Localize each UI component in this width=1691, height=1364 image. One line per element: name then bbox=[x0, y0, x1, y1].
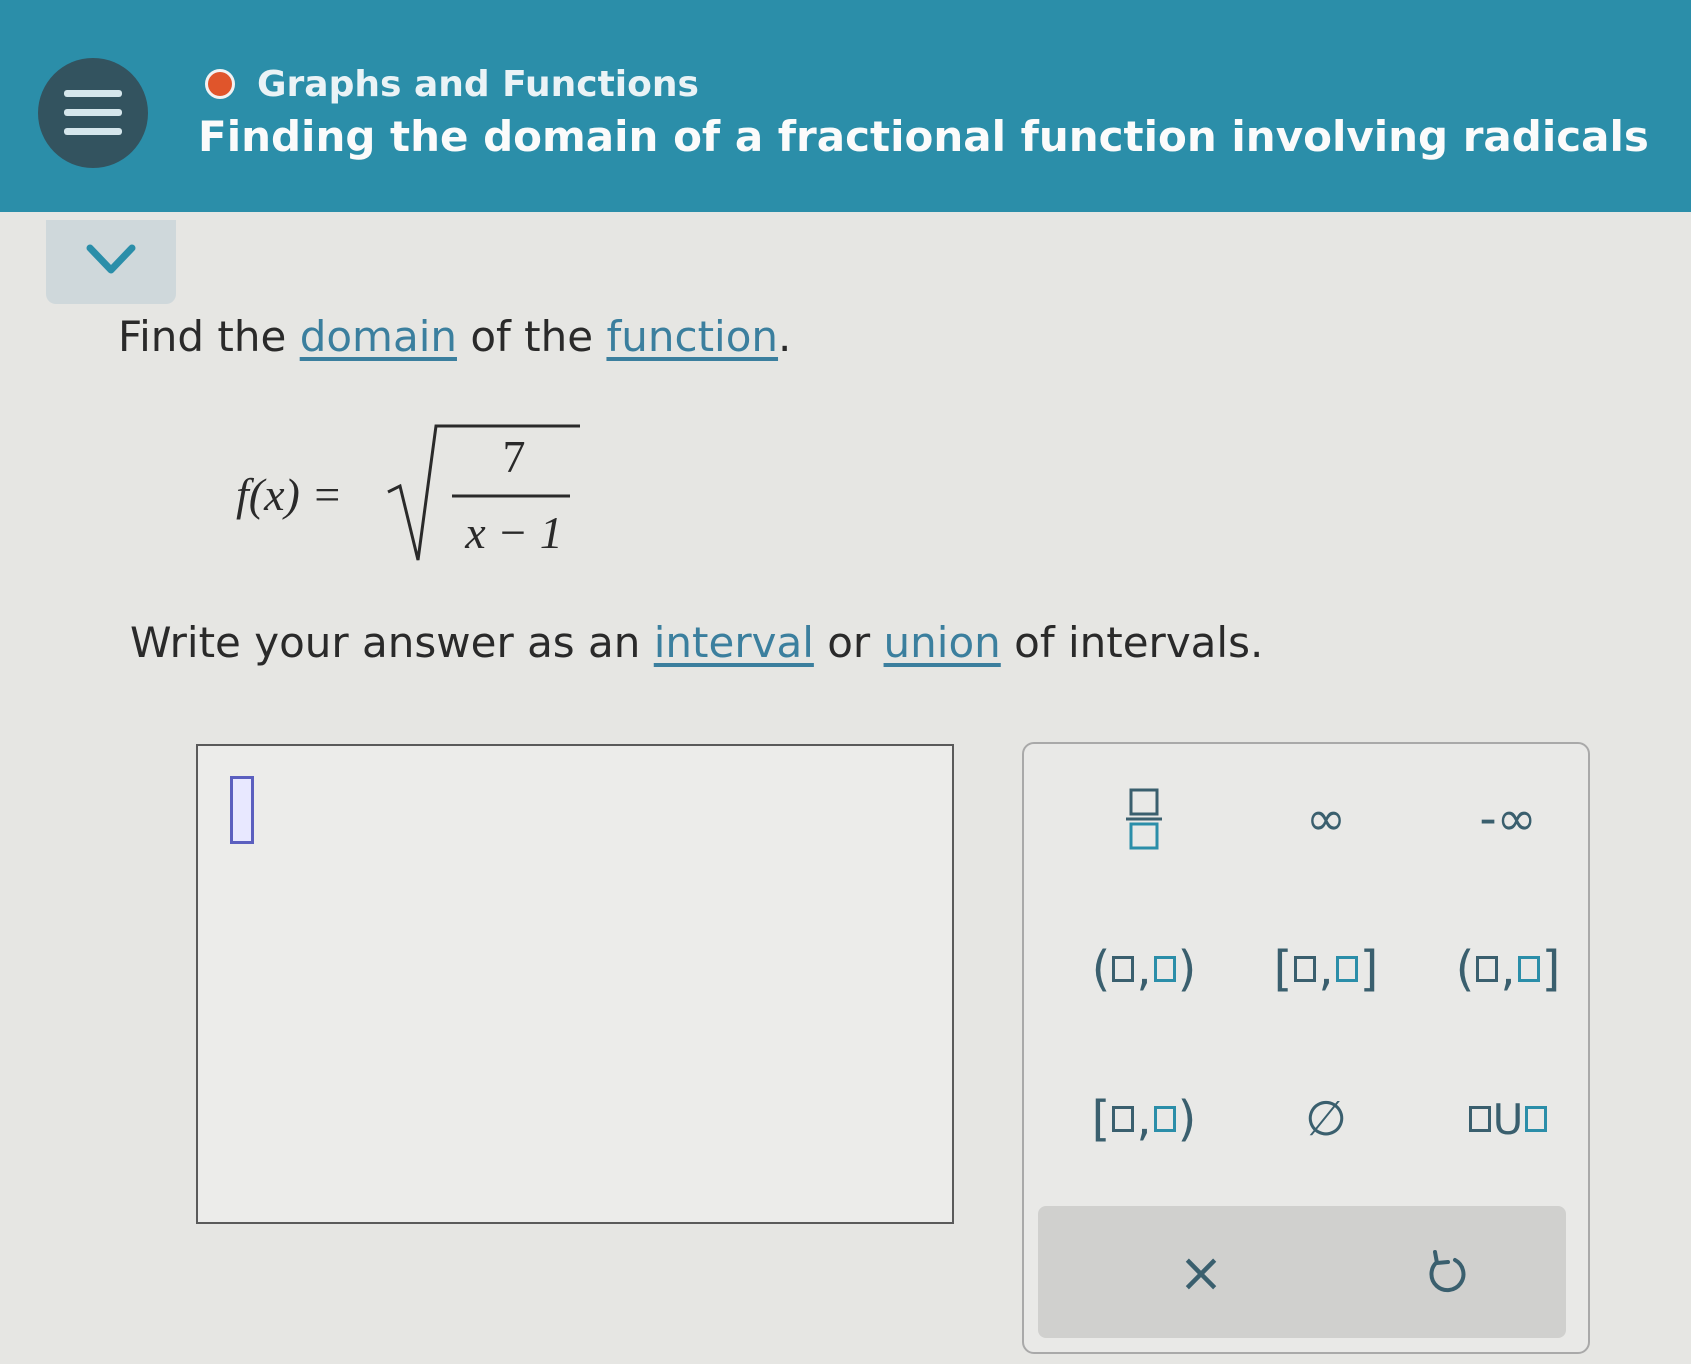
bracket-left: ( bbox=[1455, 941, 1475, 997]
topic-label: Graphs and Functions bbox=[257, 63, 699, 105]
menu-icon-bar bbox=[64, 109, 122, 116]
slot-icon bbox=[1294, 956, 1317, 982]
undo-button[interactable] bbox=[1402, 1232, 1492, 1312]
instruction-part: or bbox=[813, 618, 884, 667]
math-keypad: ∞ -∞ (,) [,] (,] [,) ∅ U × bbox=[1022, 742, 1590, 1354]
infinity-key[interactable]: ∞ bbox=[1246, 774, 1406, 864]
interval-link[interactable]: interval bbox=[654, 618, 814, 667]
header-bar: Graphs and Functions Finding the domain … bbox=[0, 0, 1691, 212]
bracket-left: ( bbox=[1091, 941, 1111, 997]
domain-link[interactable]: domain bbox=[300, 312, 457, 361]
closed-open-interval-key[interactable]: [,) bbox=[1064, 1074, 1224, 1164]
menu-icon-bar bbox=[64, 128, 122, 135]
slot-icon bbox=[1112, 956, 1135, 982]
equation-denominator: x − 1 bbox=[464, 507, 562, 558]
prompt-text: . bbox=[778, 312, 792, 361]
comma: , bbox=[1500, 941, 1516, 997]
prompt-text: of the bbox=[456, 312, 607, 361]
instruction-text: Write your answer as an interval or unio… bbox=[130, 618, 1263, 667]
input-cursor-slot[interactable] bbox=[230, 776, 254, 844]
union-symbol: U bbox=[1492, 1094, 1524, 1144]
topic-status-dot bbox=[205, 69, 235, 99]
undo-icon bbox=[1429, 1250, 1466, 1293]
slot-icon bbox=[1468, 1106, 1491, 1132]
comma: , bbox=[1136, 941, 1152, 997]
page-title: Finding the domain of a fractional funct… bbox=[198, 112, 1649, 161]
menu-button[interactable] bbox=[38, 58, 148, 168]
negative-infinity-key[interactable]: -∞ bbox=[1428, 774, 1588, 864]
keypad-action-bar: × bbox=[1038, 1206, 1566, 1338]
union-key[interactable]: U bbox=[1428, 1074, 1588, 1164]
slot-icon bbox=[1335, 956, 1358, 982]
bracket-right: ] bbox=[1359, 941, 1379, 997]
clear-button[interactable]: × bbox=[1156, 1232, 1246, 1312]
slot-icon bbox=[1153, 1106, 1176, 1132]
instruction-part: Write your answer as an bbox=[130, 618, 654, 667]
slot-icon bbox=[1476, 956, 1499, 982]
comma: , bbox=[1136, 1091, 1152, 1147]
instruction-part: of intervals. bbox=[1000, 618, 1264, 667]
equation-lhs: f(x) = bbox=[236, 469, 342, 520]
function-equation: f(x) = 7 x − 1 bbox=[236, 424, 580, 561]
bracket-right: ) bbox=[1177, 1091, 1197, 1147]
slot-icon bbox=[1525, 1106, 1548, 1132]
bracket-left: [ bbox=[1091, 1091, 1111, 1147]
slot-icon bbox=[1112, 1106, 1135, 1132]
function-link[interactable]: function bbox=[606, 312, 778, 361]
bracket-left: [ bbox=[1273, 941, 1293, 997]
slot-icon bbox=[1517, 956, 1540, 982]
equation-numerator: 7 bbox=[503, 431, 526, 482]
answer-input[interactable] bbox=[196, 744, 954, 1224]
bracket-right: ] bbox=[1541, 941, 1561, 997]
prompt-text: Find the bbox=[118, 312, 300, 361]
fraction-icon bbox=[1126, 788, 1162, 850]
topic-row: Graphs and Functions bbox=[205, 62, 699, 106]
open-closed-interval-key[interactable]: (,] bbox=[1428, 924, 1588, 1014]
chevron-down-icon bbox=[86, 244, 136, 274]
slot-icon bbox=[1153, 956, 1176, 982]
union-link[interactable]: union bbox=[884, 618, 1001, 667]
closed-interval-key[interactable]: [,] bbox=[1246, 924, 1406, 1014]
bracket-right: ) bbox=[1177, 941, 1197, 997]
fraction-key[interactable] bbox=[1064, 774, 1224, 864]
collapse-toggle[interactable] bbox=[46, 220, 176, 304]
menu-icon bbox=[64, 90, 122, 97]
comma: , bbox=[1318, 941, 1334, 997]
open-interval-key[interactable]: (,) bbox=[1064, 924, 1224, 1014]
empty-set-key[interactable]: ∅ bbox=[1246, 1074, 1406, 1164]
question-prompt: Find the domain of the function. bbox=[118, 312, 791, 361]
